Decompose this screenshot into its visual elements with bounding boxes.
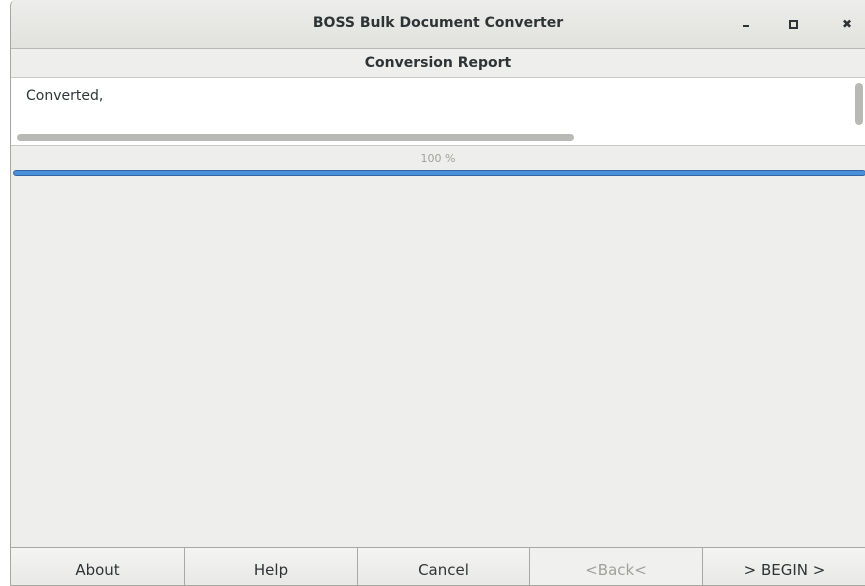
horizontal-scrollbar-thumb[interactable] [17,134,574,141]
title-bar[interactable]: BOSS Bulk Document Converter ✖ [11,0,865,49]
maximize-icon [788,20,798,29]
begin-button[interactable]: > BEGIN > [702,547,865,586]
help-button[interactable]: Help [184,547,357,586]
report-header-label: Conversion Report [364,55,512,71]
minimize-button[interactable] [738,16,754,32]
close-button[interactable]: ✖ [839,16,855,32]
progress-bar-fill [13,170,865,176]
progress-label: 100 % [420,152,456,165]
cancel-button[interactable]: Cancel [357,547,529,586]
minimize-icon [743,25,749,27]
report-text: Converted, [26,88,104,104]
vertical-scrollbar-thumb[interactable] [855,83,863,125]
button-bar: About Help Cancel <Back< > BEGIN > [11,547,865,586]
back-button: <Back< [529,547,702,586]
maximize-button[interactable] [785,16,801,32]
horizontal-scrollbar[interactable] [11,130,865,146]
app-window: BOSS Bulk Document Converter ✖ Conversio… [10,0,865,586]
close-icon: ✖ [841,17,853,31]
report-text-area[interactable]: Converted, [11,78,865,130]
progress-bar [13,170,865,176]
report-header: Conversion Report [11,49,865,78]
about-button[interactable]: About [11,547,184,586]
window-title: BOSS Bulk Document Converter [312,15,564,31]
